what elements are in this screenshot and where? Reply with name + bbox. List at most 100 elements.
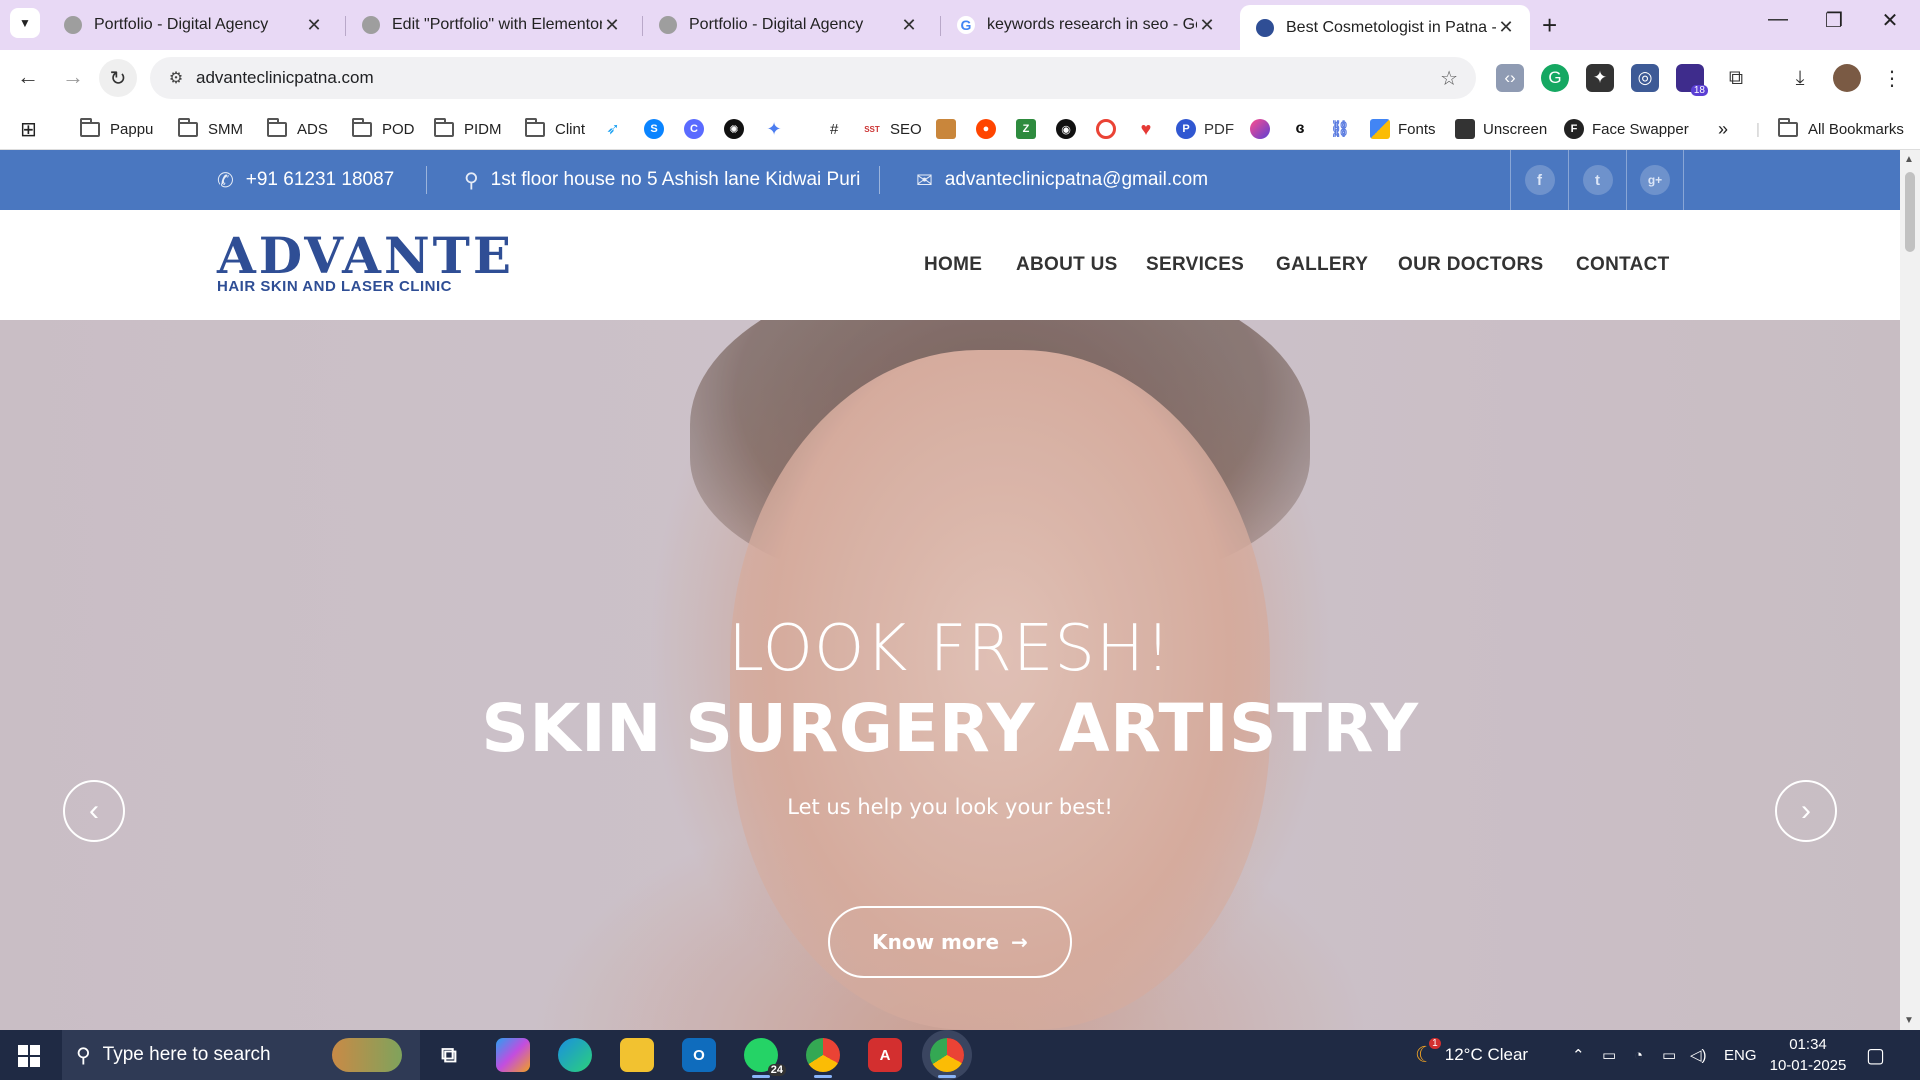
- apps-grid-icon[interactable]: ⊞: [20, 116, 37, 142]
- site-info-icon[interactable]: ⚙: [156, 68, 196, 88]
- bookmark-link[interactable]: ✦: [764, 116, 792, 142]
- acrobat-icon[interactable]: A: [868, 1038, 902, 1072]
- file-explorer-icon[interactable]: [620, 1038, 654, 1072]
- show-hidden-icons-chevron-icon[interactable]: ⌃: [1572, 1030, 1585, 1080]
- forward-arrow-icon[interactable]: →: [58, 64, 88, 90]
- bookmark-folder[interactable]: POD: [352, 116, 415, 142]
- battery-icon[interactable]: ▭: [1662, 1030, 1676, 1080]
- reload-button[interactable]: ↻: [99, 59, 137, 97]
- bookmark-folder[interactable]: Clint: [525, 116, 585, 142]
- more-menu-icon[interactable]: ⋮: [1878, 64, 1906, 92]
- all-bookmarks-button[interactable]: All Bookmarks: [1778, 116, 1904, 142]
- nav-our-doctors[interactable]: OUR DOCTORS: [1398, 254, 1543, 276]
- close-icon[interactable]: ✕: [602, 15, 622, 36]
- copilot-icon[interactable]: [496, 1038, 530, 1072]
- code-extension-icon[interactable]: ‹›: [1496, 64, 1524, 92]
- bookmark-link[interactable]: [936, 116, 964, 142]
- nav-home[interactable]: HOME: [924, 254, 982, 276]
- phone-contact[interactable]: ✆ +91 61231 18087: [217, 150, 394, 210]
- grammarly-icon[interactable]: G: [1541, 64, 1569, 92]
- twitter-link[interactable]: t: [1568, 150, 1626, 210]
- bookmark-link[interactable]: [1250, 116, 1278, 142]
- email-contact[interactable]: ✉ advanteclinicpatna@gmail.com: [916, 150, 1208, 210]
- slider-next-button[interactable]: ›: [1775, 780, 1837, 842]
- taskbar-search[interactable]: ⚲ Type here to search: [62, 1030, 420, 1080]
- facebook-link[interactable]: f: [1510, 150, 1568, 210]
- task-view-icon[interactable]: ⧉: [432, 1038, 466, 1072]
- notification-center-icon[interactable]: ▢: [1866, 1030, 1885, 1080]
- nav-services[interactable]: SERVICES: [1146, 254, 1244, 276]
- wifi-icon[interactable]: ◔: [1634, 1030, 1643, 1080]
- bookmark-link[interactable]: C: [684, 116, 712, 142]
- bookmark-link[interactable]: ●: [976, 116, 1004, 142]
- bookmark-link[interactable]: ɞ: [1290, 116, 1318, 142]
- reddit-icon: ●: [976, 119, 996, 139]
- extension-with-badge-icon[interactable]: 18: [1676, 64, 1708, 96]
- site-logo[interactable]: ADVANTE HAIR SKIN AND LASER CLINIC: [217, 230, 511, 300]
- bookmark-link[interactable]: ◉: [1056, 116, 1084, 142]
- close-icon[interactable]: ✕: [899, 15, 919, 36]
- more-bookmarks-chevron-icon[interactable]: »: [1718, 116, 1728, 142]
- bookmark-link[interactable]: #: [830, 116, 838, 142]
- browser-tab-active[interactable]: Best Cosmetologist in Patna - A ✕: [1240, 5, 1530, 50]
- new-tab-plus-icon[interactable]: +: [1542, 10, 1557, 41]
- bookmark-link[interactable]: SST SEO: [862, 116, 922, 142]
- nav-about-us[interactable]: ABOUT US: [1016, 254, 1118, 276]
- browser-tab[interactable]: Portfolio - Digital Agency ✕: [643, 5, 933, 45]
- browser-tab[interactable]: Edit "Portfolio" with Elementor ✕: [346, 5, 636, 45]
- restore-icon[interactable]: ❐: [1814, 8, 1854, 33]
- chrome-active-icon[interactable]: [930, 1038, 964, 1078]
- bookmark-link[interactable]: F Face Swapper: [1564, 116, 1689, 142]
- browser-tab[interactable]: Portfolio - Digital Agency ✕: [48, 5, 338, 45]
- volume-icon[interactable]: ◁): [1690, 1030, 1707, 1080]
- back-arrow-icon[interactable]: ←: [13, 64, 43, 90]
- browser-tab[interactable]: G keywords research in seo - Goo ✕: [941, 5, 1231, 45]
- system-clock[interactable]: 01:34 10-01-2025: [1768, 1034, 1848, 1076]
- edge-icon[interactable]: [558, 1038, 592, 1072]
- profile-avatar[interactable]: [1833, 64, 1861, 92]
- bookmark-link[interactable]: Z: [1016, 116, 1044, 142]
- tab-search-button[interactable]: ▼: [10, 8, 40, 38]
- google-plus-link[interactable]: g+: [1626, 150, 1684, 210]
- address-bar[interactable]: ⚙ advanteclinicpatna.com ☆: [150, 57, 1476, 99]
- bookmark-folder[interactable]: SMM: [178, 116, 243, 142]
- close-icon[interactable]: ✕: [304, 15, 324, 36]
- bookmark-link[interactable]: ♥: [1136, 116, 1164, 142]
- scroll-up-icon[interactable]: ▲: [1904, 154, 1914, 165]
- screenshot-extension-icon[interactable]: ◎: [1631, 64, 1659, 92]
- window-close-icon[interactable]: ✕: [1870, 8, 1910, 33]
- extension-icon[interactable]: ✦: [1586, 64, 1614, 92]
- bookmark-star-icon[interactable]: ☆: [1440, 66, 1458, 91]
- bookmark-link[interactable]: ✺: [724, 116, 752, 142]
- whatsapp-icon[interactable]: 24: [744, 1038, 786, 1078]
- bookmark-link[interactable]: ⛓: [1330, 116, 1358, 142]
- language-indicator[interactable]: ENG: [1724, 1030, 1757, 1080]
- puzzle-extensions-icon[interactable]: ⧉: [1722, 64, 1750, 92]
- scroll-down-icon[interactable]: ▼: [1904, 1015, 1914, 1026]
- page-scrollbar[interactable]: ▲ ▼: [1900, 150, 1920, 1030]
- scrollbar-thumb[interactable]: [1905, 172, 1915, 252]
- bookmark-link[interactable]: P PDF: [1176, 116, 1234, 142]
- close-icon[interactable]: ✕: [1496, 17, 1516, 38]
- chrome-icon[interactable]: [806, 1038, 840, 1078]
- bookmark-link[interactable]: Fonts: [1370, 116, 1436, 142]
- outlook-icon[interactable]: O: [682, 1038, 716, 1072]
- slider-prev-button[interactable]: ‹: [63, 780, 125, 842]
- nav-gallery[interactable]: GALLERY: [1276, 254, 1368, 276]
- windows-start-icon[interactable]: [18, 1045, 40, 1067]
- know-more-button[interactable]: Know more →: [828, 906, 1072, 978]
- download-icon[interactable]: ⤓: [1786, 64, 1814, 92]
- bookmark-folder[interactable]: Pappu: [80, 116, 153, 142]
- bookmark-link[interactable]: ➶: [603, 116, 631, 142]
- url-text[interactable]: advanteclinicpatna.com: [196, 68, 374, 88]
- minimize-icon[interactable]: —: [1758, 8, 1798, 31]
- bookmark-link[interactable]: S: [644, 116, 672, 142]
- bookmark-link[interactable]: [1096, 116, 1124, 142]
- bookmark-folder[interactable]: ADS: [267, 116, 328, 142]
- bookmark-folder[interactable]: PIDM: [434, 116, 502, 142]
- nav-contact[interactable]: CONTACT: [1576, 254, 1670, 276]
- bookmark-link[interactable]: Unscreen: [1455, 116, 1547, 142]
- close-icon[interactable]: ✕: [1197, 15, 1217, 36]
- weather-widget[interactable]: ☾ 1 12°C Clear: [1415, 1030, 1528, 1080]
- meet-now-icon[interactable]: ▭: [1602, 1030, 1616, 1080]
